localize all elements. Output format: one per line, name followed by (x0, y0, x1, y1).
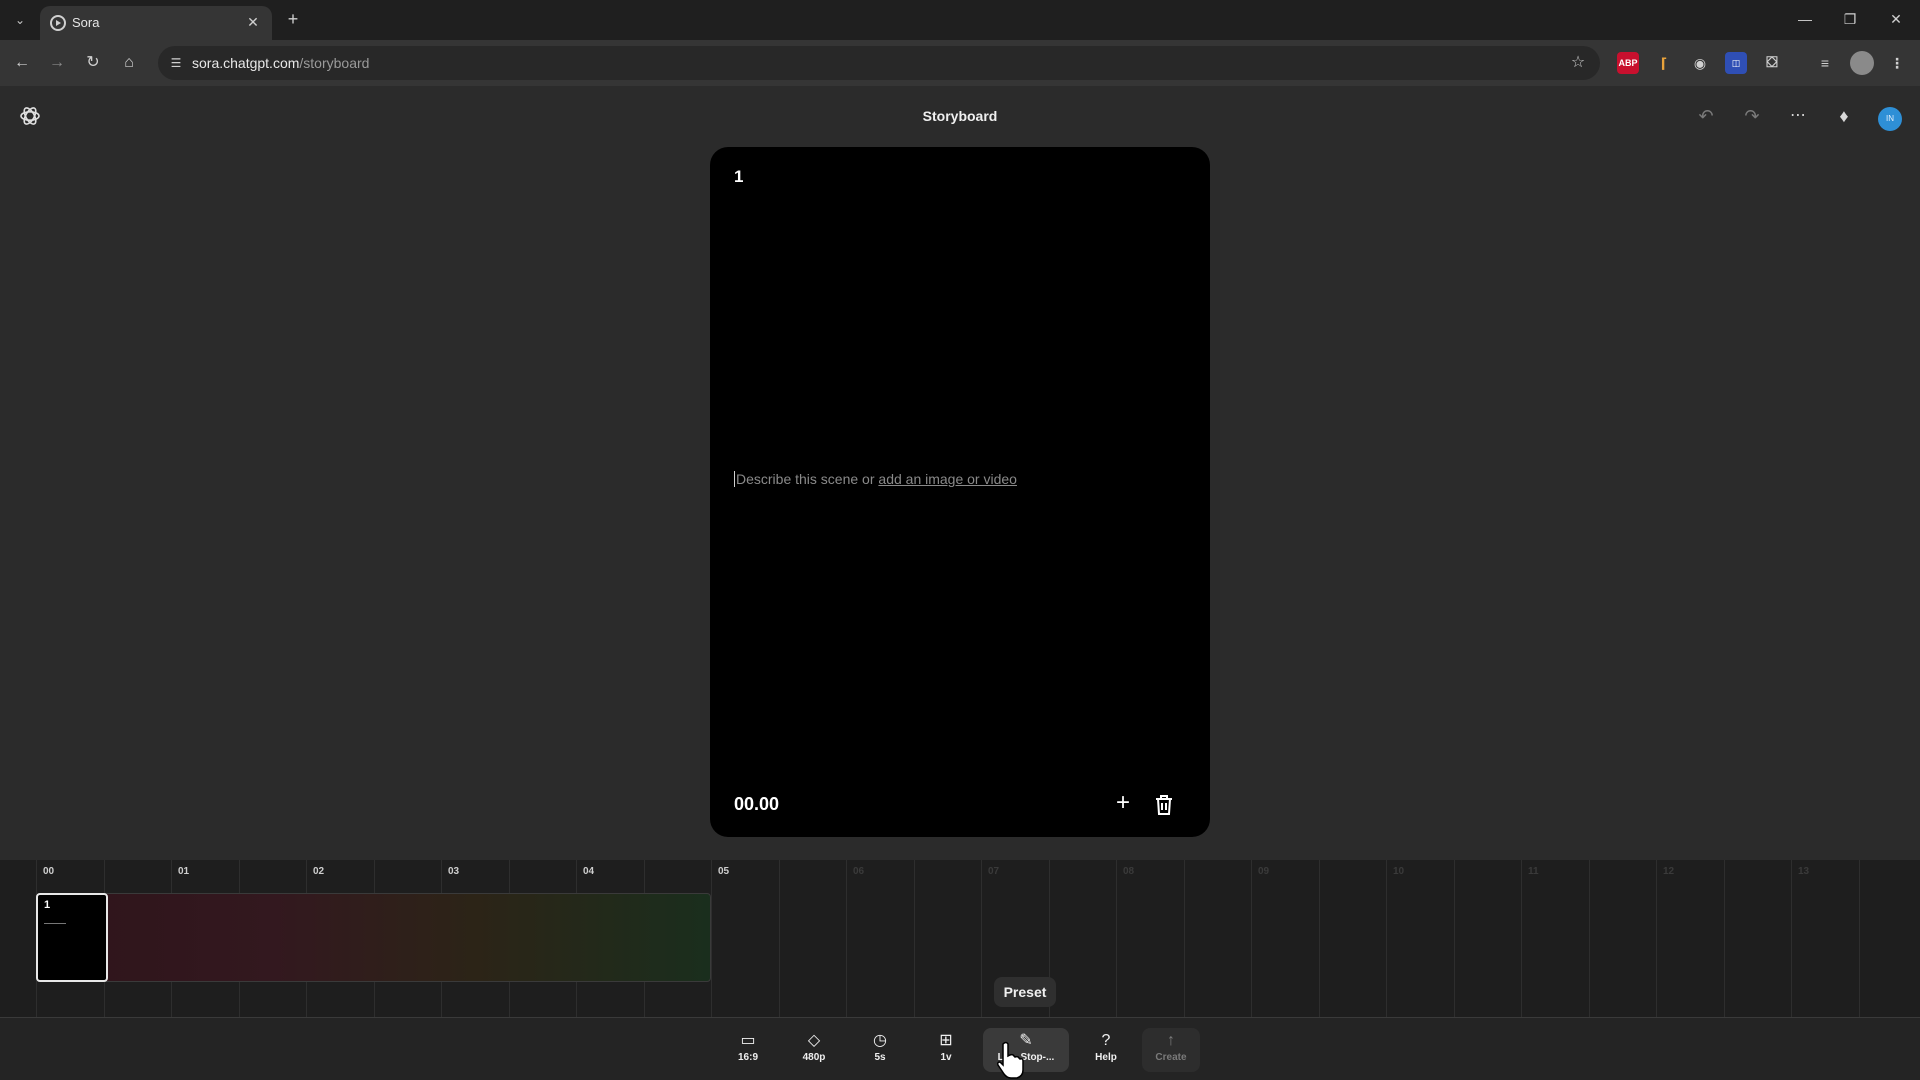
scene-number: 1 (734, 167, 744, 186)
timeline-half-tick (1318, 860, 1320, 1017)
clip-thumbnail[interactable]: 1 (36, 893, 108, 982)
timeline-label: 13 (1798, 866, 1810, 877)
notification-bell-icon[interactable]: ♦ (1832, 104, 1856, 128)
scene-prompt-input[interactable]: Describe this scene or add an image or v… (734, 471, 1017, 487)
back-arrow-icon[interactable]: ← (10, 51, 34, 75)
adblock-plus-icon[interactable]: ABP (1617, 52, 1639, 74)
user-avatar[interactable]: IN (1878, 107, 1902, 131)
restore-icon[interactable]: ❐ (1838, 8, 1862, 30)
timeline-half-tick (1183, 860, 1185, 1017)
timeline-tick (1521, 860, 1522, 1017)
browser-toolbar: ← → ↻ ⌂ ☰ sora.chatgpt.com/storyboard ☆ … (0, 40, 1920, 86)
extension-arc-icon[interactable]: ⌈ (1653, 52, 1675, 74)
forward-arrow-icon[interactable]: → (45, 51, 69, 75)
home-icon[interactable]: ⌂ (117, 51, 141, 75)
profile-avatar-icon[interactable] (1850, 51, 1874, 75)
page-title: Storyboard (922, 108, 998, 124)
timeline-tick (1116, 860, 1117, 1017)
duration-button[interactable]: ◷ 5s (851, 1028, 909, 1072)
redo-icon[interactable]: ↷ (1740, 104, 1764, 128)
add-scene-icon[interactable]: + (1108, 788, 1138, 818)
variations-icon: ⊞ (939, 1032, 953, 1049)
browser-tab[interactable]: Sora ✕ (40, 6, 272, 40)
tab-strip: ⌄ Sora ✕ + — ❐ ✕ (0, 0, 1920, 40)
timeline-label: 02 (313, 866, 325, 877)
timeline-label: 07 (988, 866, 1000, 877)
help-button[interactable]: ? Help (1077, 1028, 1135, 1072)
clip-number: 1 (44, 899, 51, 911)
undo-icon[interactable]: ↶ (1694, 104, 1718, 128)
camera-extension-icon[interactable]: ◉ (1689, 52, 1711, 74)
up-arrow-icon: ↑ (1167, 1032, 1175, 1049)
timeline-label: 11 (1528, 866, 1539, 877)
url-text: sora.chatgpt.com/storyboard (192, 55, 370, 71)
media-queue-icon[interactable]: ≡ (1814, 52, 1836, 74)
aspect-ratio-icon: ▭ (740, 1032, 756, 1049)
timeline-half-tick (1858, 860, 1860, 1017)
timeline-half-tick (1723, 860, 1725, 1017)
timeline-clip[interactable] (36, 893, 711, 982)
clip-thumb-line (44, 923, 66, 924)
timeline-tick (1791, 860, 1792, 1017)
bitwarden-shield-icon[interactable]: ◫ (1725, 52, 1747, 74)
timeline-label: 04 (583, 866, 595, 877)
minimize-icon[interactable]: — (1793, 8, 1817, 30)
timeline-label: 05 (718, 866, 730, 877)
new-tab-icon[interactable]: + (282, 8, 304, 30)
site-info-icon[interactable]: ☰ (168, 55, 184, 71)
reload-icon[interactable]: ↻ (81, 51, 105, 75)
extensions-puzzle-icon[interactable]: ⛋ (1761, 52, 1783, 74)
trash-icon[interactable] (1152, 793, 1176, 817)
timeline-label: 08 (1123, 866, 1135, 877)
add-media-link[interactable]: add an image or video (878, 471, 1017, 487)
aspect-ratio-button[interactable]: ▭ 16:9 (719, 1028, 777, 1072)
clock-icon: ◷ (873, 1032, 887, 1049)
bottom-toolbar: ▭ 16:9 ◇ 480p ◷ 5s ⊞ 1v ✎ Le... Stop-...… (0, 1017, 1920, 1080)
timeline-tick (711, 860, 712, 1017)
resolution-button[interactable]: ◇ 480p (785, 1028, 843, 1072)
timeline-tick (1251, 860, 1252, 1017)
timeline-label: 03 (448, 866, 460, 877)
timeline-label: 12 (1663, 866, 1675, 877)
timeline-label: 06 (853, 866, 865, 877)
tab-search-chevron-icon[interactable]: ⌄ (10, 10, 30, 30)
timeline-half-tick (1453, 860, 1455, 1017)
variations-button[interactable]: ⊞ 1v (917, 1028, 975, 1072)
timeline-label: 10 (1393, 866, 1405, 877)
timeline-tick (1386, 860, 1387, 1017)
timeline-half-tick (778, 860, 780, 1017)
timeline-tick (981, 860, 982, 1017)
timeline-tick (1656, 860, 1657, 1017)
tab-title: Sora (72, 15, 100, 30)
address-bar[interactable]: ☰ sora.chatgpt.com/storyboard ☆ (158, 46, 1600, 80)
scene-card[interactable]: 1 Describe this scene or add an image or… (710, 147, 1210, 837)
sora-favicon-icon (50, 15, 66, 31)
diamond-icon: ◇ (807, 1032, 821, 1049)
timeline-half-tick (913, 860, 915, 1017)
timeline[interactable]: 1 000102030405060708091011121314 (0, 860, 1920, 1017)
more-options-icon[interactable]: ⋯ (1786, 104, 1810, 128)
hand-cursor-icon (997, 1041, 1024, 1079)
close-tab-icon[interactable]: ✕ (244, 13, 262, 31)
timeline-label: 09 (1258, 866, 1270, 877)
timeline-half-tick (1588, 860, 1590, 1017)
create-button[interactable]: ↑ Create (1142, 1028, 1200, 1072)
bookmark-star-icon[interactable]: ☆ (1568, 53, 1588, 73)
timeline-tick (846, 860, 847, 1017)
timeline-label: 01 (178, 866, 190, 877)
app-header: Storyboard ↶ ↷ ⋯ ♦ (0, 86, 1920, 146)
preset-tooltip: Preset (994, 977, 1056, 1007)
window-close-icon[interactable]: ✕ (1884, 8, 1908, 30)
scene-time: 00.00 (734, 794, 780, 814)
help-question-icon: ? (1101, 1032, 1111, 1049)
chrome-menu-icon[interactable]: ⋮ (1886, 52, 1908, 74)
timeline-label: 00 (43, 866, 55, 877)
